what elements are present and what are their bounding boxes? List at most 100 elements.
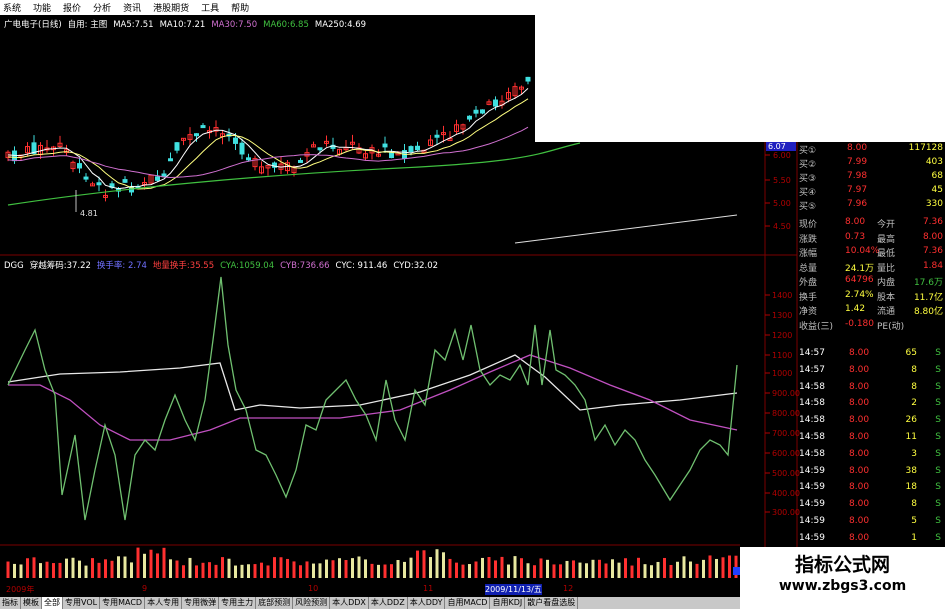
candle-body bbox=[200, 125, 206, 129]
stat-row: 涨跌 0.73 最高 8.00 bbox=[797, 231, 945, 245]
volume-bar bbox=[604, 563, 608, 578]
tick-side: S bbox=[935, 448, 941, 459]
volume-bar bbox=[481, 557, 484, 578]
indicator-tab[interactable]: 底部预测 bbox=[256, 597, 294, 609]
bid-row[interactable]: 买① 8.00 117128 bbox=[797, 142, 945, 156]
indicator-tab[interactable]: 本人DDY bbox=[408, 597, 446, 609]
bid-row[interactable]: 买⑤ 7.96 330 bbox=[797, 198, 945, 212]
candle-body bbox=[233, 137, 238, 144]
indicator-tab[interactable]: 本人专用 bbox=[145, 597, 183, 609]
tick-side: S bbox=[935, 364, 941, 375]
indicator-tab[interactable]: 专用MACD bbox=[100, 597, 146, 609]
volume-bar bbox=[143, 553, 146, 578]
bid-row[interactable]: 买② 7.99 403 bbox=[797, 156, 945, 170]
stat-value: 24.1万 bbox=[845, 263, 875, 274]
tick-volume: 8 bbox=[911, 381, 917, 392]
indicator-tab[interactable]: 模板 bbox=[21, 597, 42, 609]
stat-value: 7.36 bbox=[922, 217, 943, 227]
top-price-label: 6.07 bbox=[768, 142, 786, 151]
volume-bar bbox=[429, 557, 432, 578]
low-price-label: 4.81 bbox=[80, 209, 98, 218]
indicator-tab[interactable]: 本人DDX bbox=[330, 597, 369, 609]
tick-side: S bbox=[935, 465, 941, 476]
volume-bar bbox=[461, 564, 465, 578]
tick-time: 14:58 bbox=[799, 398, 825, 409]
volume-bar bbox=[728, 555, 731, 578]
tick-price: 8.00 bbox=[849, 348, 870, 358]
indicator-tick-label: 1100 bbox=[772, 351, 792, 360]
candle-body bbox=[194, 133, 199, 137]
indicator-tab[interactable]: 全部 bbox=[42, 597, 63, 609]
bid-volume: 68 bbox=[931, 171, 943, 181]
bid-volume: 45 bbox=[931, 185, 943, 195]
indicator-tick-label: 900.00 bbox=[772, 389, 800, 398]
bid-row[interactable]: 买③ 7.98 68 bbox=[797, 170, 945, 184]
indicator-tab[interactable]: 专用VOL bbox=[63, 597, 101, 609]
tick-row: 14:58 8.00 3 S bbox=[797, 448, 945, 462]
indicator-tab[interactable]: 专用微弹 bbox=[182, 597, 220, 609]
stat-label: 换手 bbox=[799, 292, 818, 303]
volume-bar bbox=[585, 563, 588, 578]
volume-bar bbox=[201, 562, 205, 578]
volume-bar bbox=[630, 565, 634, 578]
volume-bar bbox=[104, 559, 107, 578]
volume-bar bbox=[409, 557, 413, 578]
volume-bar bbox=[305, 561, 309, 578]
tick-price: 8.00 bbox=[849, 415, 870, 426]
stat-label: 涨跌 bbox=[799, 234, 818, 245]
volume-bar bbox=[468, 564, 471, 578]
candle-body bbox=[434, 134, 440, 138]
stat-row: 净资 1.42 流通 8.80亿 bbox=[797, 303, 945, 317]
indicator-tick-label: 500.00 bbox=[772, 469, 800, 478]
tick-side: S bbox=[935, 516, 941, 526]
date-label: 2009年 bbox=[6, 585, 35, 594]
indicator-tick-label: 1300 bbox=[772, 311, 792, 320]
tick-price: 8.00 bbox=[849, 482, 870, 493]
volume-bar bbox=[312, 563, 315, 578]
volume-bar bbox=[299, 565, 302, 578]
indicator-tab[interactable]: 指标 bbox=[0, 597, 21, 609]
indicator-tab[interactable]: 风险预测 bbox=[293, 597, 331, 609]
indicator-tab[interactable]: 本人DDZ bbox=[369, 597, 408, 609]
date-label: 10 bbox=[308, 584, 319, 593]
stat-label: 涨幅 bbox=[799, 249, 818, 259]
volume-bar bbox=[650, 565, 653, 578]
tick-price: 8.00 bbox=[849, 364, 870, 375]
tick-time: 14:57 bbox=[799, 364, 825, 375]
volume-bar bbox=[286, 558, 289, 578]
indicator-tick-label: 300.00 bbox=[772, 508, 800, 517]
date-label: 11 bbox=[423, 584, 434, 593]
stat-value: 10.04% bbox=[845, 246, 880, 256]
tick-side: S bbox=[935, 415, 941, 426]
tick-volume: 8 bbox=[911, 499, 917, 510]
stat-label: 净资 bbox=[799, 307, 818, 317]
volume-bar bbox=[513, 556, 517, 578]
date-label: 12 bbox=[563, 584, 574, 593]
volume-bar bbox=[84, 565, 88, 578]
volume-bar bbox=[520, 558, 523, 578]
indicator-tab[interactable]: 专用主力 bbox=[219, 597, 257, 609]
candle-body bbox=[493, 99, 498, 107]
candle-body bbox=[174, 142, 180, 151]
volume-bar bbox=[273, 557, 276, 578]
tick-side: S bbox=[935, 532, 941, 543]
indicator-tab[interactable]: 散户看盘选股 bbox=[525, 597, 579, 609]
indicator-tick-label: 400.00 bbox=[772, 489, 800, 498]
tick-time: 14:58 bbox=[799, 448, 825, 459]
volume-bar bbox=[71, 557, 75, 578]
tick-time: 14:59 bbox=[799, 532, 825, 543]
bid-row[interactable]: 买④ 7.97 45 bbox=[797, 184, 945, 198]
indicator-tab[interactable]: 自用KDJ bbox=[490, 597, 526, 609]
volume-bar bbox=[708, 555, 712, 578]
cyb-line bbox=[8, 354, 738, 441]
tick-row: 14:58 8.00 11 S bbox=[797, 431, 945, 445]
candle-body bbox=[473, 109, 479, 114]
stat-value: 11.7亿 bbox=[913, 292, 943, 303]
tick-row: 14:59 8.00 38 S bbox=[797, 465, 945, 479]
tick-time: 14:59 bbox=[799, 482, 825, 493]
indicator-tab[interactable]: 自用MACD bbox=[445, 597, 491, 609]
candle-body bbox=[317, 147, 323, 151]
stat-label: 收益(三) bbox=[799, 321, 834, 332]
tick-volume: 1 bbox=[911, 532, 917, 543]
volume-bar bbox=[383, 564, 387, 578]
